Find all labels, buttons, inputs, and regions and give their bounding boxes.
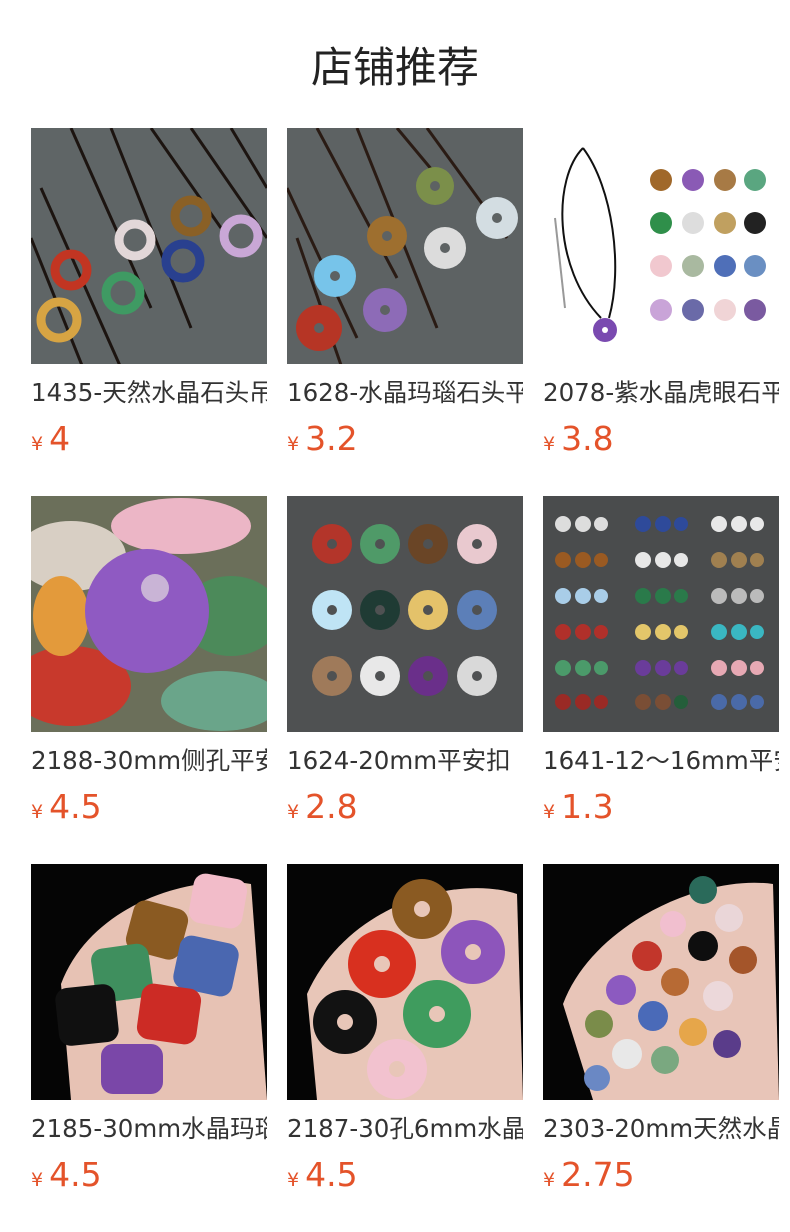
product-price: ¥3.2 xyxy=(287,419,523,459)
price-amount: 4.5 xyxy=(49,1155,102,1194)
price-amount: 1.3 xyxy=(561,787,614,826)
product-card[interactable]: 1628-水晶玛瑙石头平安扣 ¥3.2 xyxy=(287,128,523,459)
product-card[interactable]: 2188-30mm侧孔平安扣 ¥4.5 xyxy=(31,496,267,827)
product-title[interactable]: 1628-水晶玛瑙石头平安扣 xyxy=(287,376,523,410)
product-title[interactable]: 1641-12～16mm平安扣 xyxy=(543,744,779,778)
product-card[interactable]: 2078-紫水晶虎眼石平安扣 ¥3.8 xyxy=(543,128,779,459)
product-image[interactable] xyxy=(287,496,523,732)
currency-symbol: ¥ xyxy=(31,1169,44,1191)
price-amount: 2.75 xyxy=(561,1155,635,1194)
product-image[interactable] xyxy=(543,496,779,732)
product-card[interactable]: 2185-30mm水晶玛瑙方形平安扣 ¥4.5 xyxy=(31,864,267,1195)
price-amount: 3.2 xyxy=(305,419,358,458)
product-title[interactable]: 2303-20mm天然水晶平安扣 xyxy=(543,1112,779,1146)
currency-symbol: ¥ xyxy=(31,433,44,455)
price-amount: 2.8 xyxy=(305,787,358,826)
product-card[interactable]: 1435-天然水晶石头吊坠 ¥4 xyxy=(31,128,267,459)
currency-symbol: ¥ xyxy=(543,1169,556,1191)
product-price: ¥3.8 xyxy=(543,419,779,459)
price-amount: 4.5 xyxy=(49,787,102,826)
currency-symbol: ¥ xyxy=(287,801,300,823)
product-price: ¥2.75 xyxy=(543,1155,779,1195)
product-price: ¥4.5 xyxy=(31,787,267,827)
product-title[interactable]: 1624-20mm平安扣 xyxy=(287,744,523,778)
product-image[interactable] xyxy=(287,864,523,1100)
product-title[interactable]: 1435-天然水晶石头吊坠 xyxy=(31,376,267,410)
product-title[interactable]: 2185-30mm水晶玛瑙方形平安扣 xyxy=(31,1112,267,1146)
currency-symbol: ¥ xyxy=(287,433,300,455)
product-title[interactable]: 2078-紫水晶虎眼石平安扣 xyxy=(543,376,779,410)
price-amount: 4 xyxy=(49,419,71,458)
product-image[interactable] xyxy=(31,864,267,1100)
product-image[interactable] xyxy=(287,128,523,364)
product-price: ¥4.5 xyxy=(31,1155,267,1195)
currency-symbol: ¥ xyxy=(287,1169,300,1191)
product-card[interactable]: 1624-20mm平安扣 ¥2.8 xyxy=(287,496,523,827)
product-title[interactable]: 2188-30mm侧孔平安扣 xyxy=(31,744,267,778)
product-card[interactable]: 2187-30孔6mm水晶平安扣 ¥4.5 xyxy=(287,864,523,1195)
product-title[interactable]: 2187-30孔6mm水晶平安扣 xyxy=(287,1112,523,1146)
product-image[interactable] xyxy=(543,128,779,364)
product-card[interactable]: 1641-12～16mm平安扣 ¥1.3 xyxy=(543,496,779,827)
currency-symbol: ¥ xyxy=(31,801,44,823)
product-card[interactable]: 2303-20mm天然水晶平安扣 ¥2.75 xyxy=(543,864,779,1195)
product-price: ¥1.3 xyxy=(543,787,779,827)
price-amount: 4.5 xyxy=(305,1155,358,1194)
product-price: ¥4 xyxy=(31,419,267,459)
page-title: 店铺推荐 xyxy=(310,43,479,92)
product-image[interactable] xyxy=(543,864,779,1100)
currency-symbol: ¥ xyxy=(543,801,556,823)
product-price: ¥2.8 xyxy=(287,787,523,827)
product-price: ¥4.5 xyxy=(287,1155,523,1195)
product-image[interactable] xyxy=(31,496,267,732)
product-image[interactable] xyxy=(31,128,267,364)
currency-symbol: ¥ xyxy=(543,433,556,455)
price-amount: 3.8 xyxy=(561,419,614,458)
